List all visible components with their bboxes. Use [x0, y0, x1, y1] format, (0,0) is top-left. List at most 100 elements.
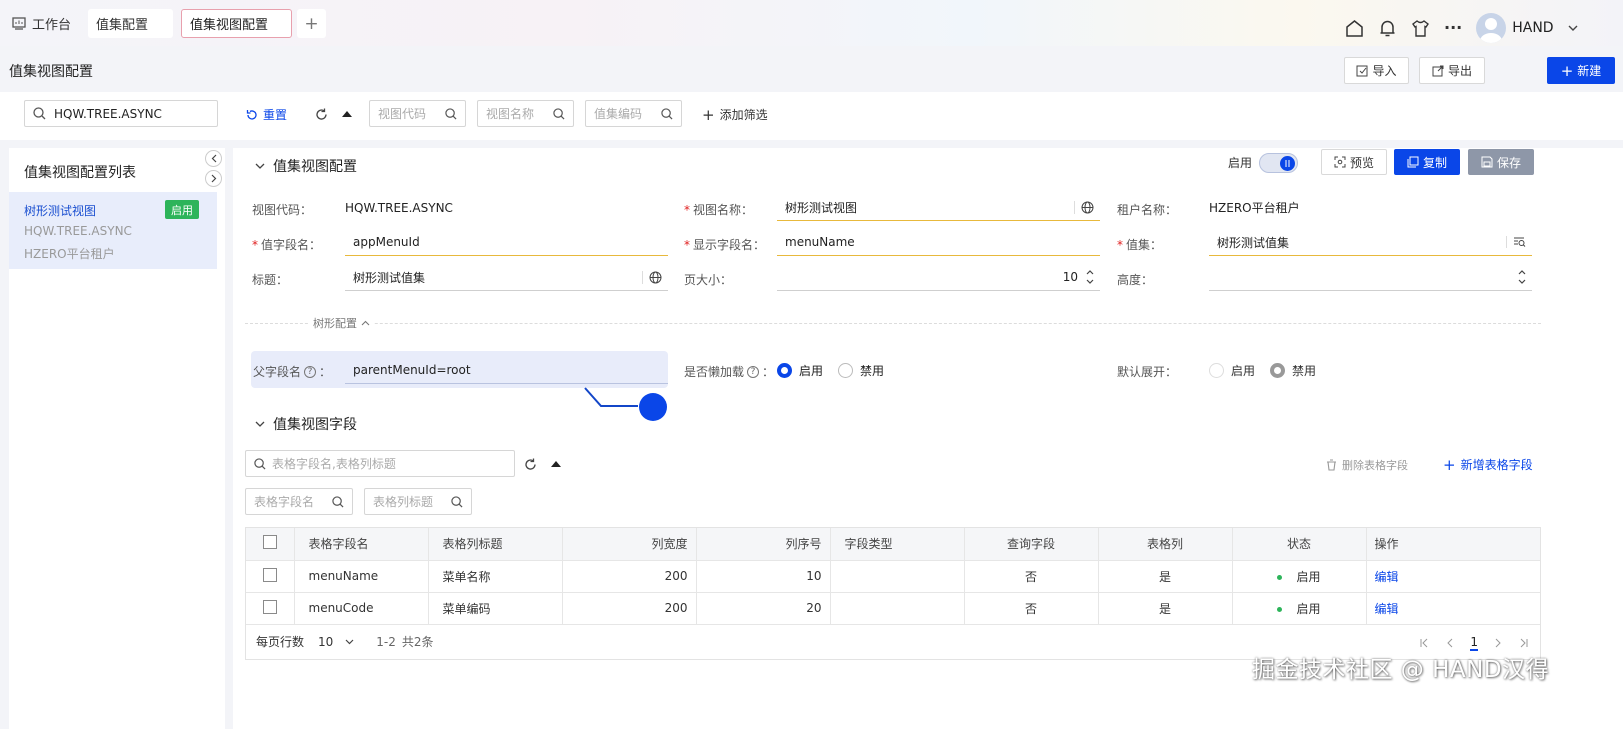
parent-field-input[interactable]: parentMenuId=root: [345, 357, 668, 384]
view-code-value: HQW.TREE.ASYNC: [345, 200, 453, 215]
col-field-type[interactable]: 字段类型: [829, 528, 964, 561]
lazy-disable-label: 禁用: [860, 364, 885, 378]
current-page[interactable]: 1: [1470, 635, 1478, 651]
tab-value-set-view-config[interactable]: 值集视图配置: [181, 9, 292, 38]
preview-button[interactable]: 预览: [1321, 149, 1387, 175]
col-query-field[interactable]: 查询字段: [963, 528, 1098, 561]
globe-icon[interactable]: [1074, 200, 1094, 214]
default-expand-label: 默认展开：: [1117, 365, 1178, 379]
globe-icon[interactable]: [642, 270, 662, 284]
list-item[interactable]: 树形测试视图 启用 HQW.TREE.ASYNC HZERO平台租户: [9, 192, 217, 269]
row-checkbox[interactable]: [262, 567, 277, 582]
cell-action: 编辑: [1365, 560, 1540, 593]
table-header-row: 表格字段名 表格列标题 列宽度 列序号 字段类型 查询字段 表格列 状态 操作: [246, 528, 1540, 561]
tree-config-toggle[interactable]: 树形配置: [309, 315, 374, 331]
new-button[interactable]: + 新建: [1547, 57, 1615, 84]
display-field-label: * 显示字段名：: [684, 238, 766, 252]
col-column-title[interactable]: 表格列标题: [427, 528, 562, 561]
collapse-up-icon[interactable]: [551, 460, 561, 467]
view-code-filter[interactable]: 视图代码: [369, 100, 466, 127]
field-name-filter[interactable]: 表格字段名: [245, 488, 353, 515]
page-range: 1-2: [376, 634, 396, 649]
shirt-icon[interactable]: [1411, 19, 1430, 38]
title-input[interactable]: 树形测试值集: [345, 264, 668, 291]
fields-search-input[interactable]: 表格字段名,表格列标题: [245, 450, 515, 477]
prev-page-icon[interactable]: [1446, 638, 1453, 648]
search-icon: [661, 107, 673, 120]
lazy-disable-radio[interactable]: [838, 363, 854, 378]
cell-status: 启用: [1231, 560, 1366, 593]
save-button[interactable]: 保存: [1468, 149, 1534, 175]
edit-link[interactable]: 编辑: [1375, 602, 1399, 616]
last-page-icon[interactable]: [1519, 638, 1528, 648]
collapse-up-icon[interactable]: [342, 110, 352, 117]
col-field-name[interactable]: 表格字段名: [293, 528, 428, 561]
page-size-select[interactable]: 10: [318, 635, 354, 649]
trash-icon: [1326, 459, 1337, 471]
preview-label: 预览: [1349, 155, 1374, 170]
bell-icon[interactable]: [1378, 19, 1397, 38]
expand-right-icon[interactable]: [205, 170, 222, 187]
user-name: HAND: [1512, 20, 1554, 36]
col-order[interactable]: 列序号: [695, 528, 830, 561]
value-set-label: * 值集：: [1117, 238, 1163, 252]
list-item-tenant: HZERO平台租户: [24, 247, 115, 261]
column-title-filter[interactable]: 表格列标题: [364, 488, 472, 515]
chevron-down-icon[interactable]: [1568, 25, 1578, 32]
more-icon[interactable]: ···: [1444, 20, 1462, 36]
value-set-code-filter[interactable]: 值集编码: [585, 100, 682, 127]
add-filter-button[interactable]: + 添加筛选: [702, 106, 768, 123]
reset-icon: [246, 109, 258, 121]
refresh-icon[interactable]: [315, 108, 328, 121]
home-icon[interactable]: [1345, 19, 1364, 38]
reset-button[interactable]: 重置: [246, 106, 287, 123]
export-button[interactable]: 导出: [1419, 57, 1485, 84]
col-action: 操作: [1365, 528, 1540, 561]
stepper-icon[interactable]: [1086, 267, 1094, 287]
delete-field-button[interactable]: 删除表格字段: [1326, 457, 1408, 473]
lazy-load-radio-group: 启用 禁用: [777, 362, 884, 379]
select-all-checkbox[interactable]: [262, 535, 277, 550]
status-dot: [1277, 574, 1283, 580]
copy-button[interactable]: 复制: [1394, 149, 1460, 175]
row-checkbox[interactable]: [262, 599, 277, 614]
view-name-input[interactable]: 树形测试视图: [777, 194, 1100, 221]
edit-link[interactable]: 编辑: [1375, 570, 1399, 584]
config-section-header[interactable]: 值集视图配置: [255, 156, 357, 176]
value-field-label: * 值字段名：: [252, 238, 322, 252]
height-label: 高度：: [1117, 273, 1154, 287]
search-input[interactable]: HQW.TREE.ASYNC: [24, 100, 218, 127]
add-field-button[interactable]: + 新增表格字段: [1443, 456, 1533, 473]
import-button[interactable]: 导入: [1344, 57, 1409, 84]
collapse-left-icon[interactable]: [205, 150, 222, 167]
value-field-input[interactable]: appMenuId: [345, 229, 668, 256]
page-size-input[interactable]: 10: [777, 264, 1100, 291]
col-table-column[interactable]: 表格列: [1097, 528, 1232, 561]
user-menu[interactable]: HAND: [1476, 13, 1554, 43]
col-status[interactable]: 状态: [1231, 528, 1366, 561]
stepper-icon[interactable]: [1518, 267, 1526, 287]
delete-field-label: 删除表格字段: [1342, 459, 1408, 472]
col-width[interactable]: 列宽度: [561, 528, 696, 561]
lov-search-icon[interactable]: [1506, 236, 1526, 248]
list-item-code: HQW.TREE.ASYNC: [24, 224, 132, 238]
expand-disable-radio[interactable]: [1270, 363, 1286, 378]
refresh-icon[interactable]: [524, 458, 537, 471]
page-size-value: 10: [318, 634, 334, 649]
enable-toggle[interactable]: [1259, 153, 1298, 173]
height-input[interactable]: [1209, 264, 1532, 291]
view-name-filter[interactable]: 视图名称: [477, 100, 574, 127]
next-page-icon[interactable]: [1495, 638, 1502, 648]
cell-status: 启用: [1231, 592, 1366, 625]
lazy-enable-radio[interactable]: [777, 363, 792, 378]
tab-workbench[interactable]: 工作台: [8, 9, 75, 38]
reset-label: 重置: [263, 108, 288, 122]
value-set-lov-input[interactable]: 树形测试值集: [1209, 229, 1532, 256]
fields-section-header[interactable]: 值集视图字段: [255, 414, 357, 434]
help-icon: ?: [304, 365, 317, 378]
tab-value-set-config[interactable]: 值集配置: [88, 9, 173, 38]
expand-enable-radio[interactable]: [1209, 363, 1224, 378]
display-field-input[interactable]: menuName: [777, 229, 1100, 256]
add-tab-button[interactable]: +: [297, 9, 326, 38]
first-page-icon[interactable]: [1420, 638, 1429, 648]
